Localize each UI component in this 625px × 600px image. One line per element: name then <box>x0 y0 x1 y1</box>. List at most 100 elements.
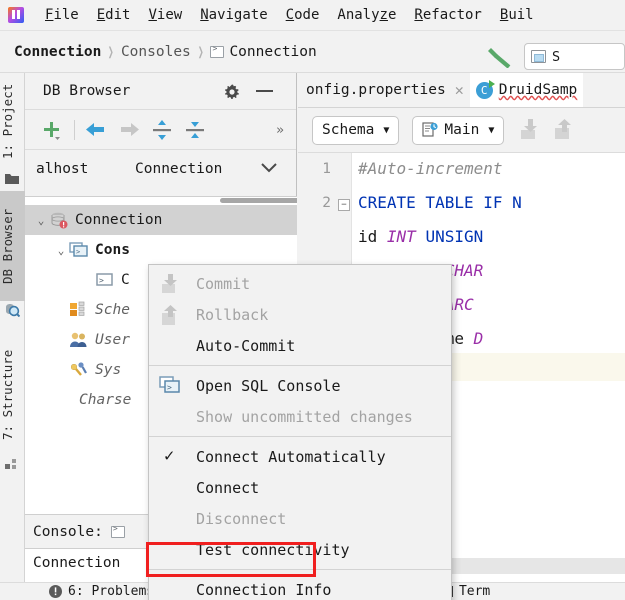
run-configuration-selector[interactable]: S <box>524 43 625 70</box>
menu-item-show-uncommitted-changes: Show uncommitted changes <box>149 401 451 432</box>
menu-item-connection-info[interactable]: Connection Info <box>149 574 451 600</box>
tree-node-label: User <box>95 332 130 348</box>
minimize-icon[interactable] <box>256 90 273 92</box>
code-line: #Auto-increment <box>358 159 503 178</box>
tree-node-connection[interactable]: ⌄ Connection <box>25 205 297 235</box>
menu-analyze[interactable]: Analyze <box>328 5 405 25</box>
menu-item-label: Rollback <box>196 305 269 324</box>
status-item-problems[interactable]: 6: Problems <box>48 584 154 599</box>
code-token-keyword: CREATE TABLE IF N <box>358 193 522 212</box>
svg-text:>: > <box>167 383 172 392</box>
line-number: 1 <box>322 161 331 177</box>
menu-edit-mnemonic: E <box>96 7 106 23</box>
sidebar-item-project[interactable]: 1: Project <box>0 73 25 169</box>
menu-item-connect-automatically[interactable]: ✓ Connect Automatically <box>149 441 451 472</box>
menu-view[interactable]: View <box>139 5 191 25</box>
menu-item-label: Test connectivity <box>196 540 350 559</box>
expand-arrow-icon[interactable]: ⌄ <box>33 214 49 227</box>
tree-node-label: Connection <box>75 212 163 228</box>
menu-navigate[interactable]: Navigate <box>191 5 276 25</box>
consoles-icon: > <box>69 241 89 259</box>
status-item-label: 6: Problems <box>68 584 155 599</box>
console-bar-label: Console: <box>33 523 103 540</box>
chevron-down-icon[interactable] <box>260 161 278 174</box>
arrow-left-icon[interactable] <box>84 118 108 142</box>
commit-icon <box>521 119 538 139</box>
status-item-label: Term <box>458 584 491 599</box>
schema-selector[interactable]: Schema ▼ <box>312 115 400 145</box>
menu-edit-post: dit <box>105 7 131 23</box>
sidebar-item-structure[interactable]: 7: Structure <box>0 335 25 455</box>
menu-build[interactable]: Buil <box>491 5 543 25</box>
menu-view-post: iew <box>156 7 183 23</box>
code-token-type: D <box>473 329 484 348</box>
menu-code-mnemonic: C <box>285 7 295 23</box>
session-icon <box>422 122 439 138</box>
menu-item-label: Connect <box>196 478 260 497</box>
java-class-icon: C <box>475 79 495 99</box>
menu-file[interactable]: File <box>36 5 88 25</box>
menu-analyze-mnemonic: z <box>379 7 388 23</box>
schemas-icon <box>69 301 89 319</box>
menu-item-rollback: Rollback <box>149 299 451 330</box>
breadcrumb-separator: ❯ <box>197 42 204 61</box>
menu-refactor-mnemonic: R <box>414 7 423 23</box>
console-icon: > <box>95 271 115 289</box>
menu-item-auto-commit[interactable]: Auto-Commit <box>149 330 451 361</box>
tree-node-label: C <box>121 272 130 288</box>
ide-window: File Edit View Navigate Code Analyze Ref… <box>0 0 625 600</box>
menu-item-open-sql-console[interactable]: > Open SQL Console <box>149 370 451 401</box>
breadcrumb-item-connection[interactable]: Connection <box>14 44 101 60</box>
tree-node-consoles[interactable]: ⌄ > Cons <box>25 235 297 265</box>
session-selector[interactable]: Main ▼ <box>412 115 505 145</box>
collapse-all-icon[interactable] <box>183 118 207 142</box>
menu-item-disconnect: Disconnect <box>149 503 451 534</box>
menu-code[interactable]: Code <box>277 5 329 25</box>
menu-item-connect[interactable]: Connect <box>149 472 451 503</box>
database-error-icon <box>49 211 69 229</box>
menu-view-mnemonic: V <box>148 7 157 23</box>
editor-toolbar: Schema ▼ Main ▼ <box>298 108 625 153</box>
menu-item-label: Disconnect <box>196 509 287 528</box>
tree-node-label: Sys <box>95 362 122 378</box>
tab-druid-sample[interactable]: C DruidSamp <box>469 73 584 107</box>
run-config-label: S <box>552 48 561 65</box>
gear-icon[interactable] <box>223 83 241 101</box>
breadcrumb-item-consoles[interactable]: Consoles <box>121 44 191 60</box>
tab-label: DruidSamp <box>498 82 578 98</box>
menu-edit[interactable]: Edit <box>88 5 140 25</box>
breadcrumb-item-console[interactable]: Connection <box>229 44 316 60</box>
menu-separator <box>149 436 451 437</box>
close-icon[interactable]: ✕ <box>455 81 464 99</box>
console-icon[interactable] <box>110 524 125 538</box>
code-token-plain: id <box>358 227 387 246</box>
tree-horizontal-scrollbar[interactable] <box>25 197 297 205</box>
scrollbar-thumb[interactable] <box>220 198 297 203</box>
menu-item-test-connectivity[interactable]: Test connectivity <box>149 534 451 565</box>
plus-icon[interactable] <box>39 118 63 142</box>
menu-item-label: Connect Automatically <box>196 447 386 466</box>
problems-icon <box>48 584 63 599</box>
menu-refactor[interactable]: Refactor <box>405 5 490 25</box>
list-item[interactable]: Connection <box>33 555 120 571</box>
db-browser-icon <box>6 304 20 317</box>
fold-marker[interactable]: − <box>338 199 350 211</box>
menu-item-label: Open SQL Console <box>196 376 341 395</box>
sidebar-item-db-browser[interactable]: DB Browser <box>0 191 25 301</box>
expand-all-icon[interactable] <box>150 118 174 142</box>
filter-connection-label[interactable]: Connection <box>135 161 222 177</box>
tab-config-properties[interactable]: onfig.properties ✕ <box>300 73 470 107</box>
console-icon <box>210 44 225 58</box>
line-number: 2 <box>322 195 331 211</box>
menu-navigate-mnemonic: N <box>200 7 209 23</box>
consoles-icon: > <box>159 375 180 393</box>
chevron-double-right-icon[interactable]: » <box>276 123 284 138</box>
filter-host-label[interactable]: alhost <box>36 161 88 177</box>
menu-file-post: ile <box>53 7 79 23</box>
menu-separator <box>149 569 451 570</box>
panel-title: DB Browser <box>43 83 131 99</box>
tree-node-label: Sche <box>95 302 130 318</box>
build-hammer-icon[interactable] <box>487 44 513 68</box>
db-browser-header: DB Browser <box>25 73 296 110</box>
expand-arrow-icon[interactable]: ⌄ <box>53 244 69 257</box>
